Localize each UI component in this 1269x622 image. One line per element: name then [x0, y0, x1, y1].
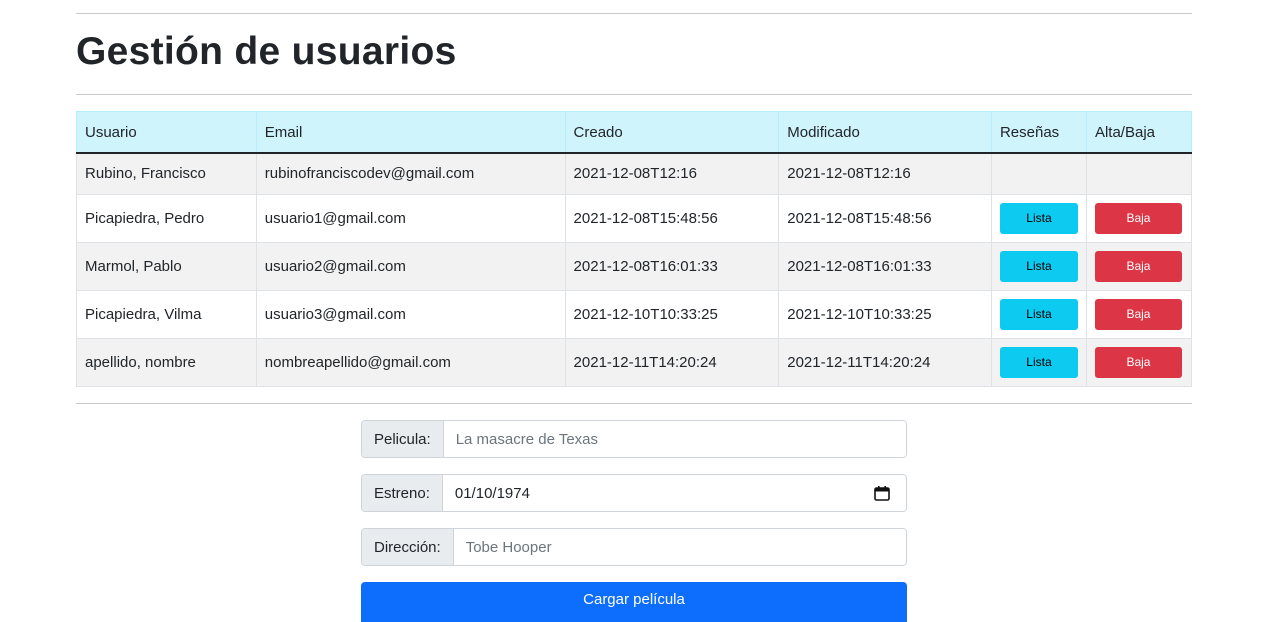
cell-creado: 2021-12-11T14:20:24 [564, 337, 780, 387]
direccion-input[interactable]: Tobe Hooper [453, 529, 906, 565]
table-header-row: Usuario Email Creado Modificado Reseñas … [76, 111, 1193, 154]
cell-alta-baja: Baja [1085, 337, 1193, 387]
cell-alta-baja: Baja [1085, 193, 1193, 243]
table-row: Rubino, Francisco rubinofranciscodev@gma… [76, 152, 1193, 195]
cell-resenas: Lista [990, 337, 1087, 387]
cell-usuario: apellido, nombre [76, 337, 257, 387]
estreno-date-input[interactable]: 01/10/1974 [442, 475, 906, 511]
direccion-label: Dirección: [362, 529, 454, 565]
cell-resenas [990, 152, 1087, 195]
cell-email: usuario2@gmail.com [255, 241, 566, 291]
table-row: apellido, nombre nombreapellido@gmail.co… [76, 337, 1193, 387]
page-title: Gestión de usuarios [76, 30, 457, 73]
pelicula-input[interactable]: La masacre de Texas [443, 421, 906, 457]
column-header-creado: Creado [564, 111, 780, 154]
cell-usuario: Marmol, Pablo [76, 241, 257, 291]
cell-creado: 2021-12-08T12:16 [564, 152, 780, 195]
calendar-icon[interactable] [874, 485, 890, 501]
cell-modificado: 2021-12-10T10:33:25 [778, 289, 992, 339]
cell-creado: 2021-12-10T10:33:25 [564, 289, 780, 339]
cell-alta-baja [1085, 152, 1193, 195]
baja-button[interactable]: Baja [1094, 250, 1182, 282]
cell-alta-baja: Baja [1085, 289, 1193, 339]
cell-resenas: Lista [990, 289, 1087, 339]
form-divider [76, 403, 1192, 404]
direccion-placeholder: Tobe Hooper [465, 538, 552, 556]
column-header-resenas: Reseñas [990, 111, 1087, 154]
cell-email: rubinofranciscodev@gmail.com [255, 152, 566, 195]
cell-modificado: 2021-12-08T16:01:33 [778, 241, 992, 291]
lista-button[interactable]: Lista [999, 250, 1078, 282]
column-header-alta-baja: Alta/Baja [1085, 111, 1193, 154]
cell-email: usuario3@gmail.com [255, 289, 566, 339]
column-header-modificado: Modificado [778, 111, 992, 154]
column-header-usuario: Usuario [76, 111, 257, 154]
pelicula-input-group: Pelicula: La masacre de Texas [361, 420, 907, 458]
column-header-email: Email [255, 111, 566, 154]
baja-button[interactable]: Baja [1094, 202, 1182, 234]
cell-usuario: Picapiedra, Pedro [76, 193, 257, 243]
estreno-label: Estreno: [362, 475, 443, 511]
title-divider [76, 94, 1192, 95]
cell-resenas: Lista [990, 241, 1087, 291]
top-divider [76, 13, 1192, 14]
lista-button[interactable]: Lista [999, 202, 1078, 234]
table-row: Picapiedra, Pedro usuario1@gmail.com 202… [76, 193, 1193, 243]
cell-modificado: 2021-12-08T12:16 [778, 152, 992, 195]
cargar-pelicula-button[interactable]: Cargar película [361, 582, 907, 622]
table-row: Picapiedra, Vilma usuario3@gmail.com 202… [76, 289, 1193, 339]
baja-button[interactable]: Baja [1094, 298, 1182, 330]
cell-alta-baja: Baja [1085, 241, 1193, 291]
baja-button[interactable]: Baja [1094, 346, 1182, 378]
cell-modificado: 2021-12-11T14:20:24 [778, 337, 992, 387]
pelicula-placeholder: La masacre de Texas [455, 430, 599, 448]
lista-button[interactable]: Lista [999, 298, 1078, 330]
table-row: Marmol, Pablo usuario2@gmail.com 2021-12… [76, 241, 1193, 291]
page: Gestión de usuarios Usuario Email Creado… [0, 0, 1269, 622]
cell-usuario: Rubino, Francisco [76, 152, 257, 195]
estreno-input-group: Estreno: 01/10/1974 [361, 474, 907, 512]
cell-modificado: 2021-12-08T15:48:56 [778, 193, 992, 243]
cell-resenas: Lista [990, 193, 1087, 243]
cell-usuario: Picapiedra, Vilma [76, 289, 257, 339]
cell-email: nombreapellido@gmail.com [255, 337, 566, 387]
users-table: Usuario Email Creado Modificado Reseñas … [76, 111, 1193, 387]
estreno-value: 01/10/1974 [454, 484, 530, 502]
cell-creado: 2021-12-08T16:01:33 [564, 241, 780, 291]
cell-email: usuario1@gmail.com [255, 193, 566, 243]
pelicula-label: Pelicula: [362, 421, 444, 457]
direccion-input-group: Dirección: Tobe Hooper [361, 528, 907, 566]
cell-creado: 2021-12-08T15:48:56 [564, 193, 780, 243]
lista-button[interactable]: Lista [999, 346, 1078, 378]
